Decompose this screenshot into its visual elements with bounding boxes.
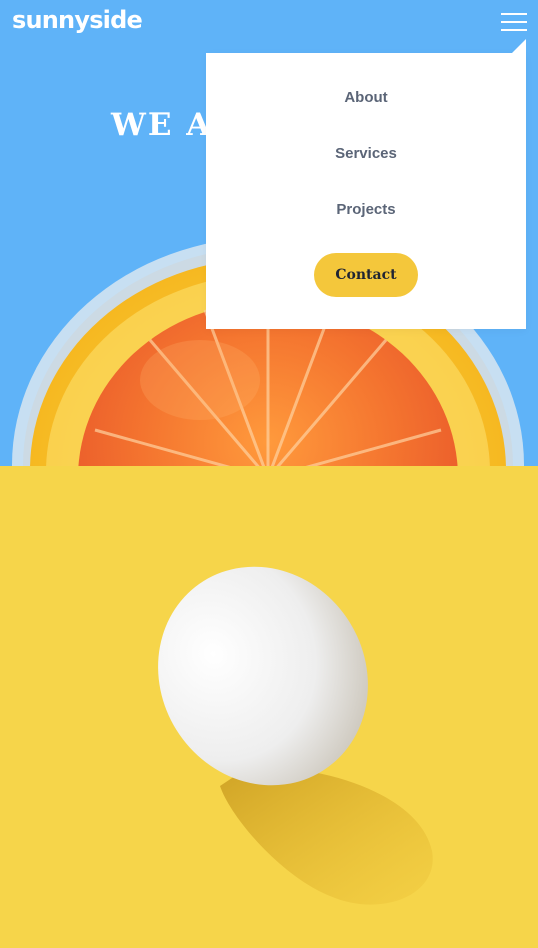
menu-item-projects[interactable]: Projects [206, 201, 526, 218]
egg-image [0, 466, 538, 948]
hamburger-line [501, 21, 527, 23]
contact-button[interactable]: Contact [314, 253, 418, 297]
hamburger-icon[interactable] [501, 13, 527, 31]
menu-item-services[interactable]: Services [206, 145, 526, 162]
logo[interactable]: sunnyside [12, 6, 143, 34]
hamburger-line [501, 13, 527, 15]
hamburger-line [501, 29, 527, 31]
menu-item-about[interactable]: About [206, 89, 526, 106]
egg-illustration [0, 466, 538, 948]
mobile-menu-dropdown: About Services Projects Contact [206, 39, 526, 329]
